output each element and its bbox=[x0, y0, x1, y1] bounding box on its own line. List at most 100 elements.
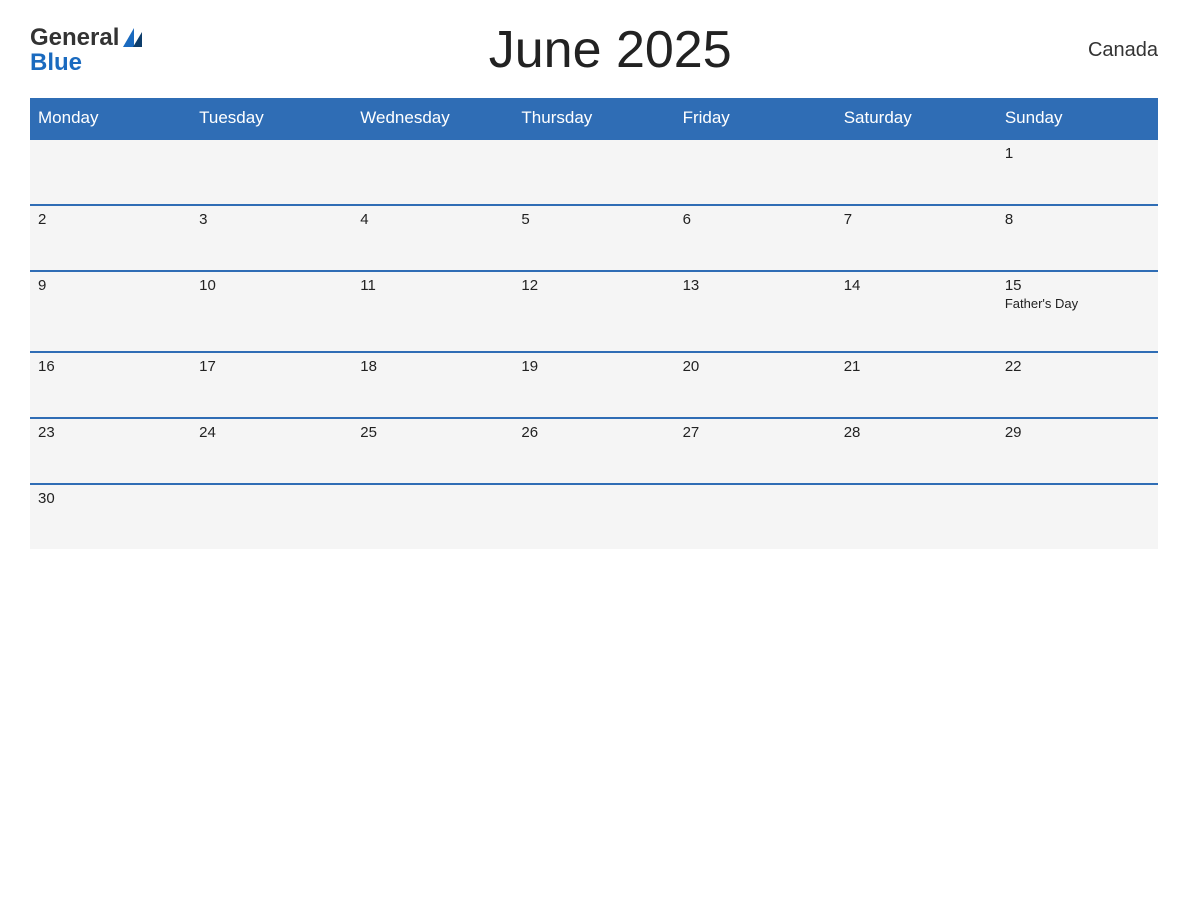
day-number: 29 bbox=[1005, 424, 1150, 441]
day-number: 10 bbox=[199, 277, 344, 294]
day-cell: 27 bbox=[675, 418, 836, 484]
day-number: 19 bbox=[521, 358, 666, 375]
day-number: 6 bbox=[683, 211, 828, 228]
col-header-wednesday: Wednesday bbox=[352, 98, 513, 139]
calendar-table: MondayTuesdayWednesdayThursdayFridaySatu… bbox=[30, 98, 1158, 549]
day-number: 26 bbox=[521, 424, 666, 441]
col-header-saturday: Saturday bbox=[836, 98, 997, 139]
logo-general-row: General bbox=[30, 25, 142, 51]
col-header-sunday: Sunday bbox=[997, 98, 1158, 139]
day-cell: 24 bbox=[191, 418, 352, 484]
day-cell bbox=[352, 484, 513, 549]
day-number: 20 bbox=[683, 358, 828, 375]
day-cell bbox=[997, 484, 1158, 549]
day-number: 21 bbox=[844, 358, 989, 375]
day-cell: 11 bbox=[352, 271, 513, 352]
day-cell: 20 bbox=[675, 352, 836, 418]
day-number: 12 bbox=[521, 277, 666, 294]
week-row-0: 1 bbox=[30, 139, 1158, 205]
header: General Blue June 2025 Canada bbox=[30, 20, 1158, 80]
day-cell bbox=[513, 484, 674, 549]
day-cell: 9 bbox=[30, 271, 191, 352]
day-cell bbox=[352, 139, 513, 205]
day-number: 1 bbox=[1005, 145, 1150, 162]
day-cell: 26 bbox=[513, 418, 674, 484]
country-label: Canada bbox=[1078, 39, 1158, 62]
day-cell: 19 bbox=[513, 352, 674, 418]
day-cell bbox=[191, 484, 352, 549]
day-number: 25 bbox=[360, 424, 505, 441]
day-cell: 21 bbox=[836, 352, 997, 418]
week-row-3: 16 17 18 19 20 21 22 bbox=[30, 352, 1158, 418]
day-number: 14 bbox=[844, 277, 989, 294]
day-number: 15 bbox=[1005, 277, 1150, 294]
day-cell bbox=[836, 484, 997, 549]
calendar-body: 123456789101112131415Father's Day1617181… bbox=[30, 139, 1158, 549]
day-cell: 16 bbox=[30, 352, 191, 418]
day-cell: 10 bbox=[191, 271, 352, 352]
day-number: 28 bbox=[844, 424, 989, 441]
day-cell: 6 bbox=[675, 205, 836, 271]
day-cell: 14 bbox=[836, 271, 997, 352]
day-cell: 7 bbox=[836, 205, 997, 271]
day-number: 17 bbox=[199, 358, 344, 375]
day-cell: 25 bbox=[352, 418, 513, 484]
logo-triangle-small bbox=[133, 32, 142, 47]
day-event: Father's Day bbox=[1005, 296, 1150, 311]
day-number: 2 bbox=[38, 211, 183, 228]
week-row-1: 2345678 bbox=[30, 205, 1158, 271]
day-number: 9 bbox=[38, 277, 183, 294]
day-cell: 5 bbox=[513, 205, 674, 271]
day-number: 30 bbox=[38, 490, 183, 507]
day-cell: 30 bbox=[30, 484, 191, 549]
day-cell: 18 bbox=[352, 352, 513, 418]
day-cell bbox=[836, 139, 997, 205]
day-cell: 3 bbox=[191, 205, 352, 271]
week-row-4: 23 24 25 26 27 28 29 bbox=[30, 418, 1158, 484]
day-cell: 17 bbox=[191, 352, 352, 418]
day-number: 27 bbox=[683, 424, 828, 441]
day-cell: 15 Father's Day bbox=[997, 271, 1158, 352]
day-cell: 23 bbox=[30, 418, 191, 484]
day-number: 4 bbox=[360, 211, 505, 228]
day-number: 5 bbox=[521, 211, 666, 228]
day-number: 11 bbox=[360, 277, 505, 294]
day-cell bbox=[675, 139, 836, 205]
calendar-header: MondayTuesdayWednesdayThursdayFridaySatu… bbox=[30, 98, 1158, 139]
logo-blue-row: Blue bbox=[30, 51, 82, 75]
col-header-friday: Friday bbox=[675, 98, 836, 139]
week-row-5: 30 bbox=[30, 484, 1158, 549]
header-row: MondayTuesdayWednesdayThursdayFridaySatu… bbox=[30, 98, 1158, 139]
day-cell: 28 bbox=[836, 418, 997, 484]
day-cell: 12 bbox=[513, 271, 674, 352]
day-number: 24 bbox=[199, 424, 344, 441]
day-cell: 4 bbox=[352, 205, 513, 271]
day-number: 16 bbox=[38, 358, 183, 375]
day-cell bbox=[675, 484, 836, 549]
day-number: 22 bbox=[1005, 358, 1150, 375]
day-number: 23 bbox=[38, 424, 183, 441]
day-number: 7 bbox=[844, 211, 989, 228]
logo-general-text: General bbox=[30, 25, 119, 51]
day-number: 13 bbox=[683, 277, 828, 294]
day-number: 18 bbox=[360, 358, 505, 375]
day-cell: 29 bbox=[997, 418, 1158, 484]
day-cell bbox=[30, 139, 191, 205]
logo-blue-text: Blue bbox=[30, 49, 82, 76]
calendar-title: June 2025 bbox=[142, 20, 1078, 80]
day-cell bbox=[513, 139, 674, 205]
day-cell: 22 bbox=[997, 352, 1158, 418]
col-header-tuesday: Tuesday bbox=[191, 98, 352, 139]
logo-icon bbox=[123, 28, 142, 47]
day-number: 3 bbox=[199, 211, 344, 228]
day-cell bbox=[191, 139, 352, 205]
day-number: 8 bbox=[1005, 211, 1150, 228]
day-cell: 13 bbox=[675, 271, 836, 352]
day-cell: 2 bbox=[30, 205, 191, 271]
col-header-thursday: Thursday bbox=[513, 98, 674, 139]
day-cell: 8 bbox=[997, 205, 1158, 271]
day-cell: 1 bbox=[997, 139, 1158, 205]
logo: General Blue bbox=[30, 25, 142, 75]
week-row-2: 9 10 11 12 13 14 15 Father's Day bbox=[30, 271, 1158, 352]
col-header-monday: Monday bbox=[30, 98, 191, 139]
